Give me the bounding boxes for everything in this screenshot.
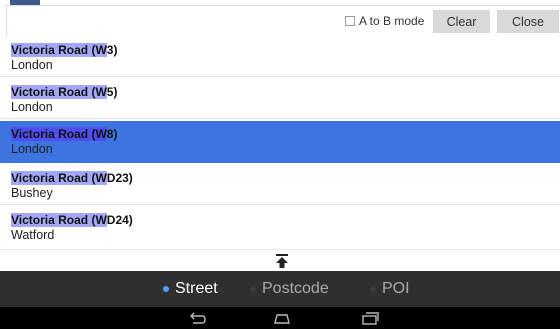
result-row-2[interactable]: Victoria Road (W5) London	[0, 79, 560, 119]
mode-poi-radio[interactable]: POI	[370, 280, 410, 298]
collapse-arrow-icon[interactable]	[275, 253, 289, 269]
result-row-4[interactable]: Victoria Road (WD23) Bushey	[0, 165, 560, 205]
result-city: London	[11, 100, 53, 114]
result-city: Watford	[11, 228, 55, 242]
match-highlight: Victoria Road (W	[11, 127, 107, 141]
result-city: London	[11, 58, 53, 72]
mode-postcode-label: Postcode	[262, 280, 329, 297]
match-highlight: Victoria Road (W	[11, 85, 107, 99]
search-toolbar: A to B mode Clear Close	[0, 5, 560, 37]
search-mode-bar: Street Postcode POI	[0, 271, 560, 307]
radio-dot-icon	[370, 286, 376, 292]
result-city: Bushey	[11, 186, 53, 200]
mode-poi-label: POI	[382, 280, 410, 297]
match-highlight: Victoria Road (W	[11, 213, 107, 227]
checkbox-box[interactable]	[345, 16, 355, 26]
result-row-1[interactable]: Victoria Road (W3) London	[0, 37, 560, 77]
radio-dot-icon	[250, 286, 256, 292]
result-row-5[interactable]: Victoria Road (WD24) Watford	[0, 207, 560, 247]
radio-dot-icon	[163, 286, 169, 292]
result-street-name: Victoria Road (WD24)	[11, 212, 133, 228]
result-street-name: Victoria Road (W5)	[11, 84, 117, 100]
results-list: Victoria Road (W3) London Victoria Road …	[0, 37, 560, 249]
match-highlight: Victoria Road (W	[11, 43, 107, 57]
match-highlight: Victoria Road (W	[11, 171, 107, 185]
system-nav-bar	[0, 307, 560, 329]
ab-mode-label: A to B mode	[359, 14, 425, 28]
result-city: London	[11, 142, 53, 156]
result-suffix: D23)	[106, 171, 133, 185]
recent-apps-icon[interactable]	[361, 311, 379, 325]
back-icon[interactable]	[188, 311, 206, 325]
result-suffix: 5)	[106, 85, 118, 99]
clear-button[interactable]: Clear	[433, 10, 490, 33]
collapse-handle[interactable]	[0, 249, 560, 271]
result-suffix: 3)	[106, 43, 118, 57]
result-row-3-selected[interactable]: Victoria Road (W8) London	[0, 121, 560, 163]
mode-street-radio[interactable]: Street	[163, 280, 218, 298]
ab-mode-checkbox[interactable]: A to B mode	[345, 14, 424, 28]
result-suffix: 8)	[106, 127, 118, 141]
close-button[interactable]: Close	[497, 10, 559, 33]
mode-postcode-radio[interactable]: Postcode	[250, 280, 329, 298]
home-icon[interactable]	[273, 311, 291, 325]
result-street-name: Victoria Road (W8)	[11, 126, 117, 142]
result-street-name: Victoria Road (W3)	[11, 42, 117, 58]
result-street-name: Victoria Road (WD23)	[11, 170, 133, 186]
mode-street-label: Street	[175, 280, 218, 297]
result-suffix: D24)	[106, 213, 133, 227]
